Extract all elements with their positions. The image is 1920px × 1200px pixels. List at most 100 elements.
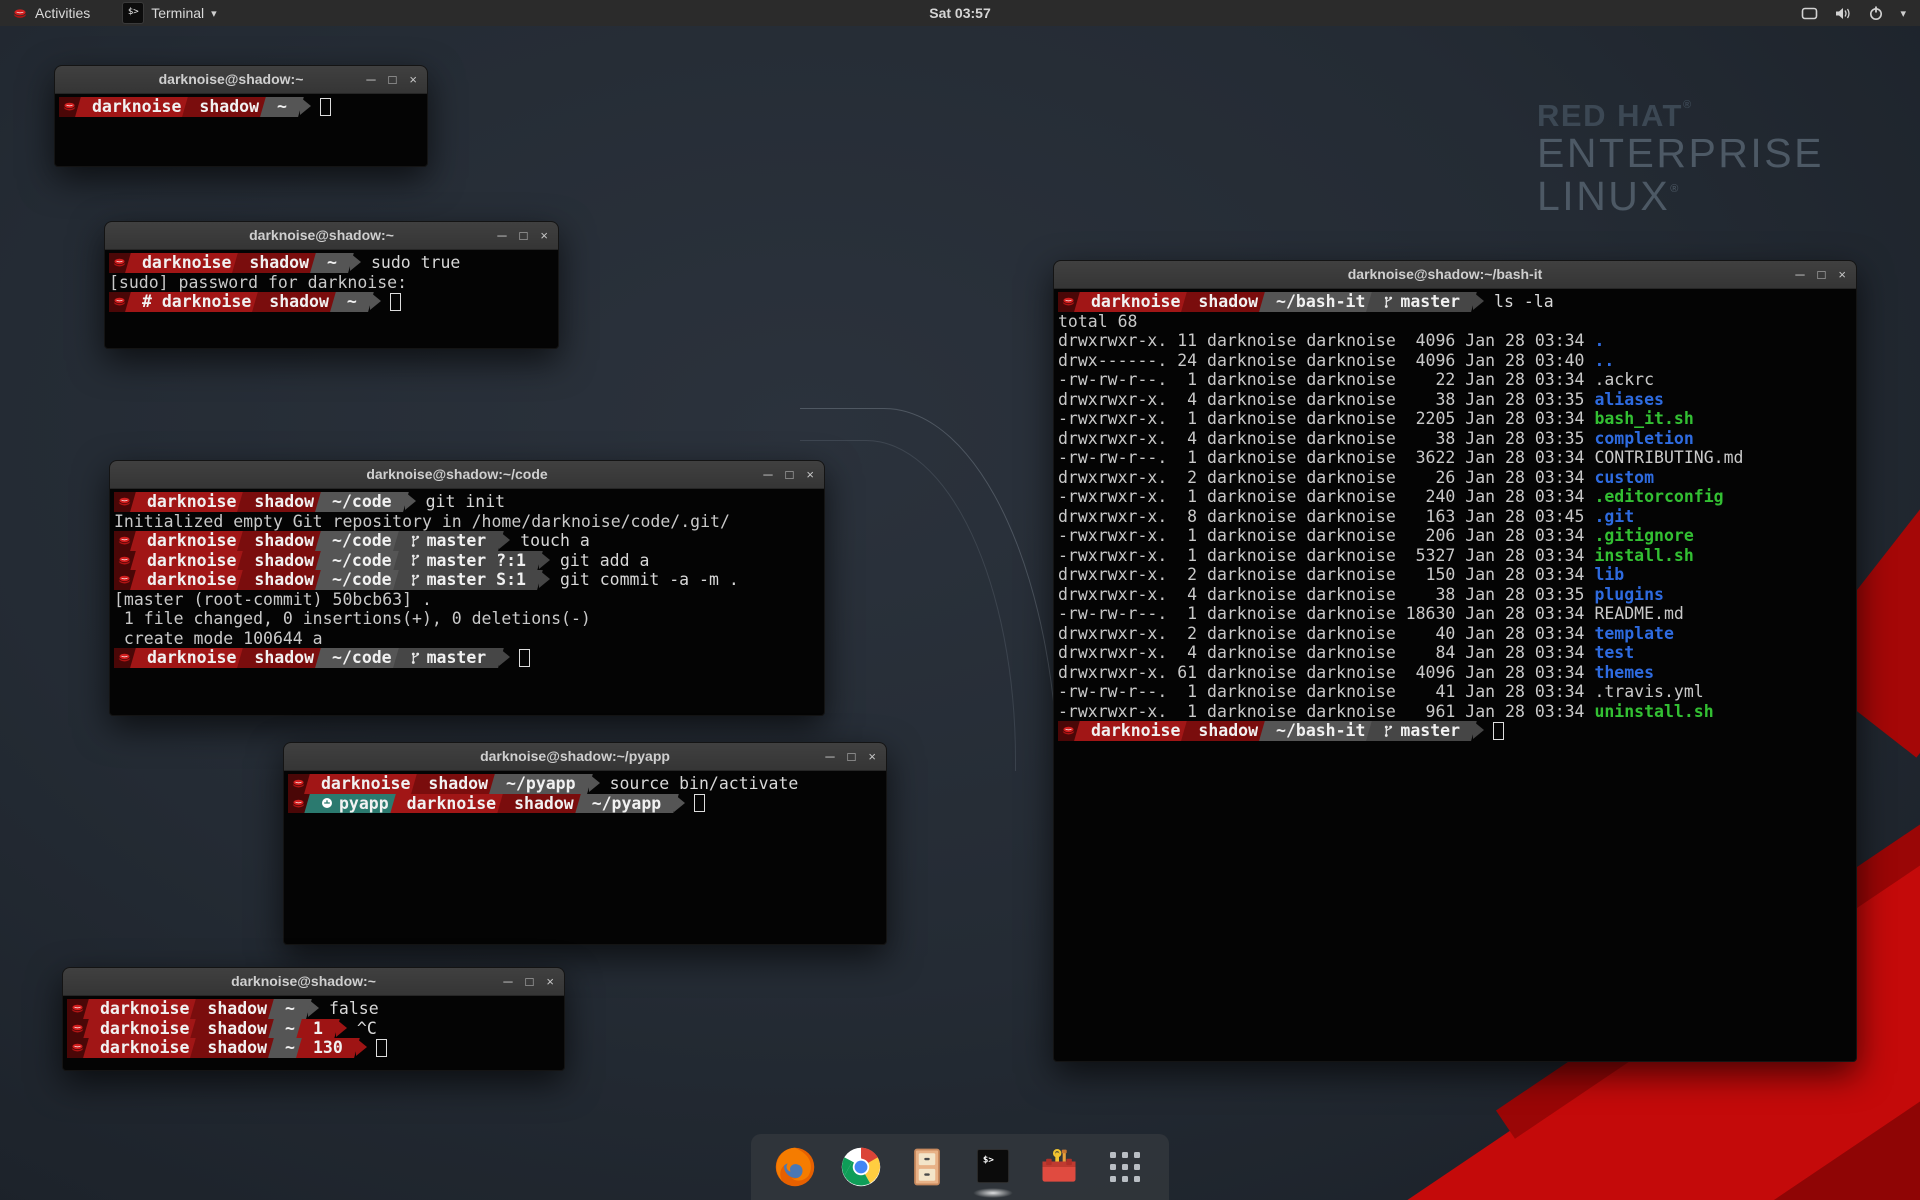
clock[interactable]: Sat 03:57 [0,5,1920,21]
terminal-cursor [519,649,530,667]
maximize-button[interactable]: □ [1818,261,1826,288]
prompt-line: darknoiseshadow~/codegit init [114,492,820,512]
terminal-window-pyapp[interactable]: darknoise@shadow:~/pyapp ─□× darknoisesh… [283,742,887,945]
terminal-cursor [390,293,401,311]
redhat-prompt-icon [62,101,77,112]
terminal-content[interactable]: darknoiseshadow~/bash-itmasterls -latota… [1054,289,1856,1063]
window-title: darknoise@shadow:~ [115,66,347,93]
redhat-prompt-icon [112,296,127,307]
prompt-line: darknoiseshadow~sudo true [109,253,554,273]
maximize-button[interactable]: □ [389,66,397,93]
file-name: .ackrc [1594,370,1654,389]
terminal-window-bash-it[interactable]: darknoise@shadow:~/bash-it ─□× darknoise… [1053,260,1857,1062]
maximize-button[interactable]: □ [520,222,528,249]
terminal-cursor [1493,722,1504,740]
redhat-prompt-icon [70,1003,85,1014]
file-list-line: drwxrwxr-x. 61 darknoise darknoise 4096 … [1058,663,1852,683]
terminal-content[interactable]: darknoiseshadow~sudo true[sudo] password… [105,250,558,350]
volume-icon[interactable] [1834,6,1852,21]
prompt-line: darknoiseshadow~/bash-itmaster [1058,721,1852,741]
terminal-window-sudo[interactable]: darknoise@shadow:~ ─□× darknoiseshadow~s… [104,221,559,349]
prompt-line: darknoiseshadow~/codemaster ?:1git add a [114,551,820,571]
terminal-content[interactable]: darknoiseshadow~falsedarknoiseshadow~1^C… [63,996,564,1072]
output-line: [master (root-commit) 50bcb63] . [114,590,820,610]
close-button[interactable]: × [868,743,876,770]
file-name: lib [1594,565,1624,584]
minimize-button[interactable]: ─ [366,66,375,93]
dock-terminal-icon[interactable]: $> [969,1143,1017,1191]
close-button[interactable]: × [546,968,554,995]
git-branch-icon [1383,295,1394,309]
redhat-prompt-icon [112,257,127,268]
file-list-line: drwxrwxr-x. 4 darknoise darknoise 38 Jan… [1058,585,1852,605]
dock-toolbox-icon[interactable] [1035,1143,1083,1191]
prompt-line: darknoiseshadow~/codemaster S:1git commi… [114,570,820,590]
terminal-content[interactable]: darknoiseshadow~/pyappsource bin/activat… [284,771,886,946]
dock: $> [751,1134,1169,1200]
command-text: git commit -a -m . [550,570,739,590]
prompt-line: darknoiseshadow~/codemaster [114,648,820,668]
titlebar[interactable]: darknoise@shadow:~/code ─□× [110,461,824,489]
window-title: darknoise@shadow:~ [123,968,484,995]
file-name: .git [1594,507,1634,526]
close-button[interactable]: × [1838,261,1846,288]
prompt-line: darknoiseshadow~ [59,97,423,117]
git-branch-icon [1383,724,1394,738]
terminal-window-home-1[interactable]: darknoise@shadow:~ ─ □ × darknoiseshadow~ [54,65,428,167]
command-text: git init [416,492,505,512]
titlebar[interactable]: darknoise@shadow:~ ─ □ × [55,66,427,94]
file-list-line: drwxrwxr-x. 8 darknoise darknoise 163 Ja… [1058,507,1852,527]
activities-button[interactable]: Activities [8,0,94,26]
dock-chrome-icon[interactable] [837,1143,885,1191]
terminal-content[interactable]: darknoiseshadow~/codegit initInitialized… [110,489,824,717]
power-icon[interactable] [1868,5,1884,21]
minimize-button[interactable]: ─ [497,222,506,249]
terminal-content[interactable]: darknoiseshadow~ [55,94,427,168]
file-name: .editorconfig [1594,487,1723,506]
maximize-button[interactable]: □ [786,461,794,488]
minimize-button[interactable]: ─ [825,743,834,770]
redhat-prompt-icon [117,555,132,566]
close-button[interactable]: × [806,461,814,488]
redhat-prompt-icon [291,778,306,789]
file-list-line: drwx------. 24 darknoise darknoise 4096 … [1058,351,1852,371]
display-icon[interactable] [1801,6,1818,21]
terminal-window-home-2[interactable]: darknoise@shadow:~ ─ □ × darknoiseshadow~f… [62,967,565,1071]
terminal-window-code[interactable]: darknoise@shadow:~/code ─□× darknoisesha… [109,460,825,716]
file-list-line: drwxrwxr-x. 4 darknoise darknoise 38 Jan… [1058,429,1852,449]
titlebar[interactable]: darknoise@shadow:~/bash-it ─□× [1054,261,1856,289]
file-name: install.sh [1594,546,1693,565]
dock-app-grid-icon[interactable] [1101,1143,1149,1191]
output-line: [sudo] password for darknoise: [109,273,554,293]
file-list-line: -rw-rw-r--. 1 darknoise darknoise 3622 J… [1058,448,1852,468]
minimize-button[interactable]: ─ [1795,261,1804,288]
file-name: .gitignore [1594,526,1693,545]
redhat-prompt-icon [1061,725,1076,736]
dock-firefox-icon[interactable] [771,1143,819,1191]
command-text: false [319,999,379,1019]
minimize-button[interactable]: ─ [503,968,512,995]
close-button[interactable]: × [540,222,548,249]
close-button[interactable]: × [409,66,417,93]
file-name: completion [1594,429,1693,448]
activities-label: Activities [35,5,90,21]
system-menu-chevron-icon[interactable]: ▾ [1900,7,1906,20]
maximize-button[interactable]: □ [526,968,534,995]
svg-text:$>: $> [983,1154,995,1165]
titlebar[interactable]: darknoise@shadow:~ ─□× [105,222,558,250]
titlebar[interactable]: darknoise@shadow:~/pyapp ─□× [284,743,886,771]
git-branch-icon [410,553,421,567]
redhat-prompt-icon [117,535,132,546]
titlebar[interactable]: darknoise@shadow:~ ─ □ × [63,968,564,996]
redhat-icon [12,7,28,20]
output-line: create mode 100644 a [114,629,820,649]
prompt-line: darknoiseshadow~/pyappsource bin/activat… [288,774,882,794]
maximize-button[interactable]: □ [848,743,856,770]
minimize-button[interactable]: ─ [763,461,772,488]
running-app-glow [973,1188,1013,1198]
file-list-line: drwxrwxr-x. 2 darknoise darknoise 26 Jan… [1058,468,1852,488]
focused-app-menu[interactable]: $> Terminal ▾ [116,0,222,26]
chevron-down-icon: ▾ [211,7,217,20]
command-text: sudo true [361,253,460,273]
dock-files-icon[interactable] [903,1143,951,1191]
